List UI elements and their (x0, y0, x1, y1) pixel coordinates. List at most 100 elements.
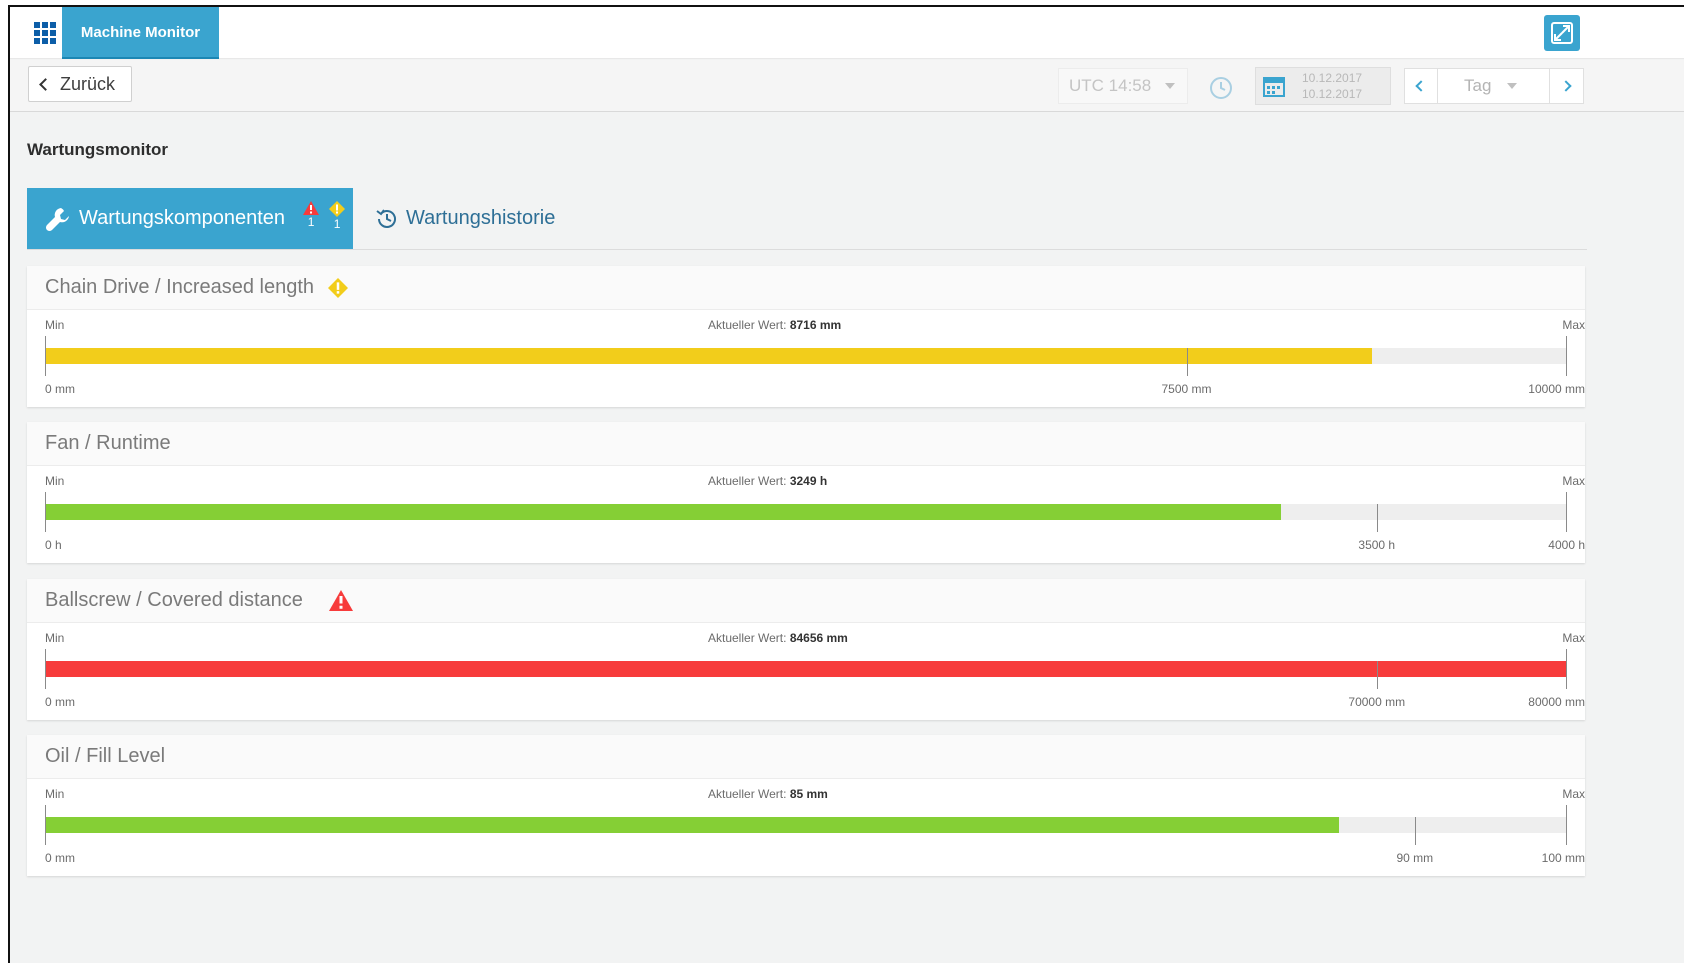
threshold-tick-label: 3500 h (1358, 538, 1396, 552)
threshold-tick-label: 7500 mm (1161, 382, 1212, 396)
max-marker (1566, 649, 1567, 689)
timezone-label: UTC 14:58 (1069, 76, 1152, 95)
current-value-number: 84656 mm (789, 631, 848, 645)
app-launcher-grid-icon[interactable] (33, 21, 57, 45)
min-label: Min (45, 631, 65, 645)
current-value-prefix: Aktueller Wert: (708, 474, 787, 488)
back-label: Zurück (60, 73, 116, 94)
caret-down-icon (1507, 83, 1518, 89)
tab-maintenance-history[interactable]: Wartungshistorie (374, 188, 555, 249)
page-title: Wartungsmonitor (27, 140, 169, 159)
current-value-number: 3249 h (789, 474, 828, 488)
current-value-prefix: Aktueller Wert: (708, 318, 787, 332)
min-tick-label: 0 mm (45, 382, 75, 396)
component-card: Chain Drive / Increased length Min Aktue… (27, 266, 1585, 407)
max-marker (1566, 805, 1567, 845)
current-value-number: 85 mm (789, 787, 828, 801)
max-tick-label: 100 mm (1541, 851, 1585, 865)
card-body: Min Aktueller Wert: 8716 mm Max 0 mm 750… (27, 310, 1585, 406)
app-frame: Machine Monitor Zurück UTC 14:58 10.12.2… (8, 5, 1684, 963)
warning-count: 1 (333, 216, 341, 231)
current-value: Aktueller Wert: 8716 mm (708, 318, 841, 332)
max-marker (1566, 336, 1567, 376)
warning-diamond-icon (328, 277, 349, 298)
previous-period-button[interactable] (1404, 68, 1438, 104)
progress-track (45, 504, 1567, 520)
tab-bar: Wartungskomponenten 1 1 Wartungshistorie (27, 188, 1587, 250)
progress-track (45, 348, 1567, 364)
component-title: Oil / Fill Level (45, 745, 166, 767)
chevron-left-icon (1415, 80, 1427, 92)
tab-status-badges: 1 1 (303, 200, 346, 231)
current-value: Aktueller Wert: 84656 mm (708, 631, 848, 645)
threshold-marker (1186, 348, 1188, 376)
threshold-marker (1376, 504, 1378, 532)
min-label: Min (45, 474, 65, 488)
fullscreen-icon[interactable] (1544, 15, 1580, 51)
clock-icon[interactable] (1203, 70, 1239, 106)
chevron-right-icon (1560, 80, 1572, 92)
progress-track (45, 817, 1567, 833)
threshold-tick-label: 70000 mm (1348, 695, 1406, 709)
card-header: Oil / Fill Level (27, 735, 1585, 779)
progress-fill (45, 504, 1282, 520)
current-value-prefix: Aktueller Wert: (708, 631, 787, 645)
card-header: Fan / Runtime (27, 422, 1585, 466)
max-label: Max (1562, 631, 1585, 645)
min-marker (45, 649, 46, 689)
date-range-values: 10.12.2017 10.12.2017 (1292, 70, 1362, 102)
threshold-marker (1376, 661, 1378, 689)
warning-diamond-icon (329, 200, 346, 217)
tab-label: Wartungshistorie (406, 207, 556, 229)
card-header: Ballscrew / Covered distance (27, 579, 1585, 623)
min-tick-label: 0 mm (45, 851, 75, 865)
period-select[interactable]: Tag (1438, 68, 1550, 104)
date-range-picker[interactable]: 10.12.2017 10.12.2017 (1255, 67, 1391, 105)
caret-down-icon (1165, 83, 1176, 89)
min-marker (45, 336, 46, 376)
warning-badge: 1 (329, 200, 346, 231)
max-tick-label: 4000 h (1548, 538, 1585, 552)
component-title: Ballscrew / Covered distance (45, 589, 303, 611)
card-body: Min Aktueller Wert: 85 mm Max 0 mm 90 mm… (27, 779, 1585, 875)
history-icon (376, 208, 396, 228)
component-card: Ballscrew / Covered distance Min Aktuell… (27, 579, 1585, 720)
card-body: Min Aktueller Wert: 84656 mm Max 0 mm 70… (27, 623, 1585, 719)
back-button[interactable]: Zurück (28, 66, 132, 102)
next-period-button[interactable] (1550, 68, 1584, 104)
current-value: Aktueller Wert: 3249 h (708, 474, 827, 488)
max-label: Max (1562, 787, 1585, 801)
wrench-icon (45, 207, 69, 231)
date-from: 10.12.2017 (1302, 71, 1363, 85)
max-tick-label: 10000 mm (1528, 382, 1585, 396)
alarm-triangle-icon (303, 200, 320, 215)
min-label: Min (45, 787, 65, 801)
card-header: Chain Drive / Increased length (27, 266, 1585, 310)
calendar-icon (1256, 68, 1292, 104)
app-title-tab[interactable]: Machine Monitor (62, 7, 219, 59)
current-value: Aktueller Wert: 85 mm (708, 787, 828, 801)
tab-maintenance-components[interactable]: Wartungskomponenten 1 1 (27, 188, 353, 249)
progress-fill (45, 817, 1339, 833)
threshold-marker (1414, 817, 1416, 845)
component-title: Chain Drive / Increased length (45, 276, 315, 298)
max-label: Max (1562, 318, 1585, 332)
toolbar: Zurück UTC 14:58 10.12.2017 10.12.2017 T… (10, 60, 1684, 112)
alarm-triangle-icon (328, 590, 353, 611)
chevron-left-icon (39, 78, 52, 91)
timezone-select[interactable]: UTC 14:58 (1058, 68, 1188, 104)
component-card: Fan / Runtime Min Aktueller Wert: 3249 h… (27, 422, 1585, 563)
min-label: Min (45, 318, 65, 332)
tab-label: Wartungskomponenten (79, 207, 286, 229)
progress-fill (45, 348, 1372, 364)
top-bar: Machine Monitor (10, 7, 1684, 59)
threshold-tick-label: 90 mm (1396, 851, 1434, 865)
min-marker (45, 805, 46, 845)
alarm-count: 1 (307, 214, 315, 229)
progress-track (45, 661, 1567, 677)
component-title: Fan / Runtime (45, 432, 171, 454)
min-tick-label: 0 h (45, 538, 62, 552)
date-to: 10.12.2017 (1302, 87, 1363, 101)
component-card: Oil / Fill Level Min Aktueller Wert: 85 … (27, 735, 1585, 876)
progress-fill (45, 661, 1567, 677)
